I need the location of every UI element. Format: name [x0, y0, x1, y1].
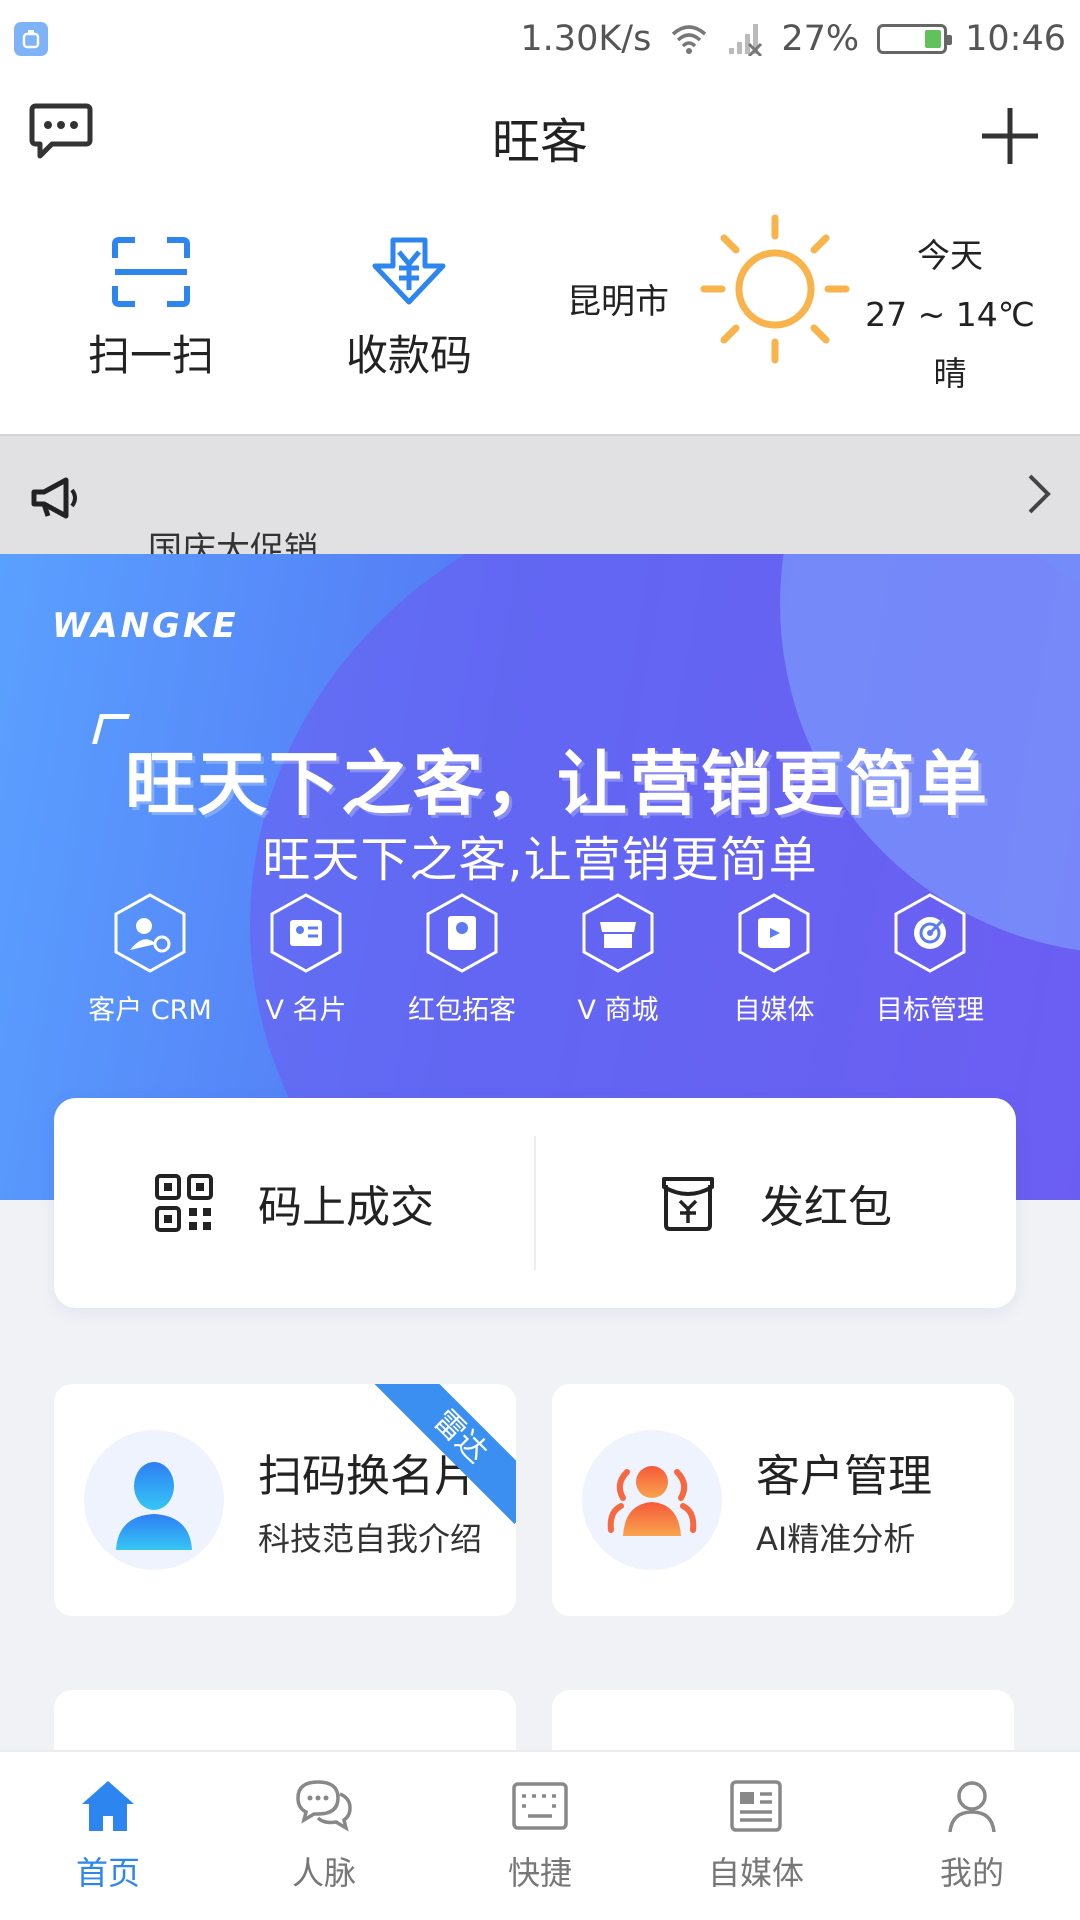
nav-profile[interactable]: 我的: [864, 1752, 1080, 1920]
feature-label: V 商城: [577, 995, 659, 1026]
nav-contacts[interactable]: 人脉: [216, 1752, 432, 1920]
send-red-packet-label: 发红包: [760, 1182, 892, 1233]
feature-label: V 名片: [265, 995, 347, 1026]
app-notification-icon: [14, 22, 48, 56]
feature-label: 客户 CRM: [88, 995, 212, 1026]
qr-deal-button[interactable]: 码上成交: [54, 1098, 534, 1308]
card-icon: [270, 893, 342, 973]
weather-condition: 晴: [933, 354, 967, 393]
red-envelope-icon: [662, 1177, 714, 1231]
action-card: 码上成交 发红包: [54, 1098, 1016, 1308]
banner-slogan-small: 旺天下之客,让营销更简单: [262, 832, 818, 888]
feature-crm[interactable]: 客户 CRM: [70, 892, 230, 1027]
network-speed: 1.30K/s: [520, 19, 652, 59]
payment-code-button[interactable]: 收款码: [346, 236, 472, 383]
nav-home[interactable]: 首页: [0, 1752, 216, 1920]
battery-icon: [877, 24, 953, 54]
group-icon: [582, 1430, 722, 1570]
chat-bubble-icon[interactable]: [28, 102, 94, 166]
nav-shortcuts[interactable]: 快捷: [432, 1752, 648, 1920]
wifi-icon: [672, 25, 707, 54]
chat-icon: [296, 1780, 352, 1832]
nav-label: 我的: [939, 1854, 1004, 1892]
notice-bar[interactable]: 国庆大促销: [0, 434, 1080, 554]
plus-icon[interactable]: [978, 104, 1042, 172]
yuan-download-icon: [372, 237, 446, 305]
scan-button[interactable]: 扫一扫: [88, 236, 214, 383]
qr-code-icon: [155, 1174, 213, 1232]
chevron-right-icon[interactable]: [1024, 472, 1054, 520]
clock: 10:46: [965, 19, 1066, 59]
feature-media[interactable]: 自媒体: [694, 892, 854, 1027]
feature-vshop[interactable]: V 商城: [538, 892, 698, 1027]
notice-text: 国庆大促销: [148, 530, 318, 554]
card-title: 客户管理: [756, 1451, 932, 1502]
nav-label: 快捷: [507, 1854, 572, 1892]
nav-label: 人脉: [291, 1854, 356, 1892]
bottom-navigation: 首页 人脉 快捷 自媒体 我的: [0, 1750, 1080, 1920]
keyboard-icon: [512, 1782, 568, 1830]
shop-icon: [582, 893, 654, 973]
weather-day: 今天: [917, 236, 983, 275]
feature-vcard[interactable]: V 名片: [226, 892, 386, 1027]
weather-temp: 27 ~ 14℃: [865, 295, 1035, 334]
app-header: 旺客: [0, 78, 1080, 196]
scan-icon: [112, 237, 190, 307]
card-subtitle: 科技范自我介绍: [258, 1520, 483, 1558]
user-icon: [948, 1781, 996, 1833]
page-title: 旺客: [491, 114, 588, 170]
feature-label: 自媒体: [733, 995, 815, 1026]
feature-label: 目标管理: [876, 995, 984, 1026]
banner-slogan-big: 旺天下之客，让营销更简单: [125, 743, 989, 825]
person-avatar-icon: [84, 1430, 224, 1570]
weather-info: 今天 27 ~ 14℃ 晴: [865, 226, 1035, 403]
video-icon: [738, 893, 810, 973]
sun-icon: [700, 214, 850, 368]
weather-city: 昆明市: [567, 282, 669, 322]
qr-deal-label: 码上成交: [258, 1182, 434, 1233]
scan-label: 扫一扫: [88, 331, 215, 380]
home-icon: [82, 1781, 134, 1831]
quick-tools-panel: 扫一扫 收款码 昆明市 今天 27 ~ 14℃ 晴: [0, 196, 1080, 434]
target-icon: [894, 893, 966, 973]
feature-shortcuts: 客户 CRM V 名片 红包拓客 V 商城 自媒体 目标管理: [0, 892, 1080, 1032]
megaphone-icon: [30, 476, 80, 524]
signal-icon: [729, 24, 763, 56]
scan-card-feature[interactable]: 扫码换名片 科技范自我介绍 雷达: [54, 1384, 516, 1616]
feature-label: 红包拓客: [408, 995, 516, 1026]
card-subtitle: AI精准分析: [756, 1520, 916, 1558]
feature-red-packet[interactable]: 红包拓客: [382, 892, 542, 1027]
brand-logo: WANGKE: [52, 606, 239, 646]
red-packet-icon: [426, 893, 498, 973]
status-bar: 1.30K/s 27% 10:46: [0, 0, 1080, 78]
send-red-packet-button[interactable]: 发红包: [536, 1098, 1016, 1308]
feature-target[interactable]: 目标管理: [850, 892, 1010, 1027]
news-icon: [730, 1780, 782, 1832]
crm-icon: [114, 893, 186, 973]
battery-percent: 27%: [781, 19, 860, 59]
nav-media[interactable]: 自媒体: [648, 1752, 864, 1920]
customer-management-feature[interactable]: 客户管理 AI精准分析: [552, 1384, 1014, 1616]
nav-label: 首页: [75, 1854, 140, 1892]
nav-label: 自媒体: [707, 1854, 804, 1892]
payment-code-label: 收款码: [346, 331, 473, 380]
